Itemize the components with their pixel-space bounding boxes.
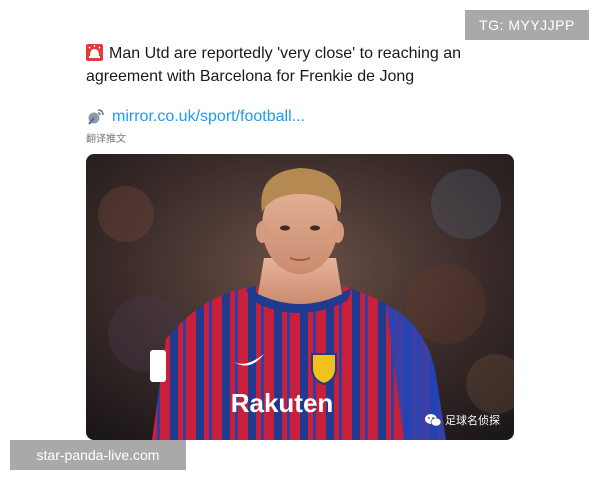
kit-sponsor: Rakuten — [231, 388, 334, 418]
satellite-antenna-icon — [88, 109, 104, 125]
player-photo-art: Rakuten — [86, 154, 514, 440]
tweet-link-row[interactable]: mirror.co.uk/sport/football... — [86, 106, 305, 128]
police-siren-icon — [86, 44, 103, 61]
player-photo: Rakuten 足球名侦探 — [86, 154, 514, 440]
screenshot: TG: MYYJJPP Man Utd are reportedly 'very… — [0, 0, 600, 480]
tweet-headline: Man Utd are reportedly 'very close' to r… — [86, 45, 462, 85]
tweet-link[interactable]: mirror.co.uk/sport/football... — [112, 108, 305, 126]
translate-tweet-link[interactable]: 翻译推文 — [86, 130, 126, 145]
site-watermark: star-panda-live.com — [10, 440, 186, 470]
brand-watermark-text: 足球名侦探 — [445, 415, 500, 427]
tweet-text-block: Man Utd are reportedly 'very close' to r… — [86, 42, 516, 88]
brand-watermark: 足球名侦探 — [425, 412, 500, 428]
wechat-icon — [425, 414, 441, 427]
telegram-watermark: TG: MYYJJPP — [465, 10, 589, 40]
